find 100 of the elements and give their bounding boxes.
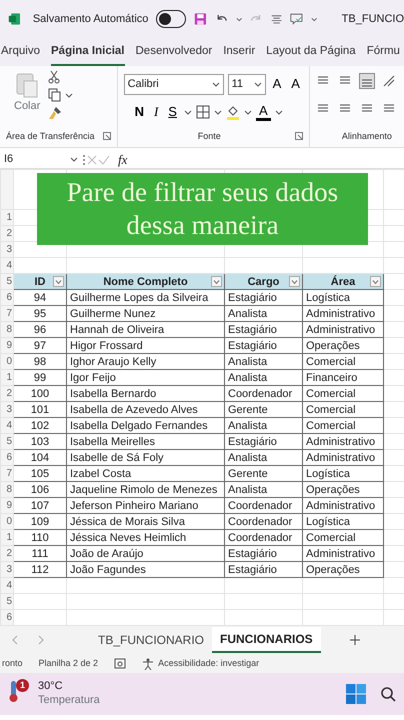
row-number[interactable]: 3 <box>0 402 14 418</box>
row-number[interactable]: 4 <box>0 258 14 274</box>
comment-icon[interactable] <box>290 11 304 27</box>
ribbon-tab[interactable]: Inserir <box>223 40 256 66</box>
table-cell: Isabella Meirelles <box>66 434 224 450</box>
add-sheet-icon[interactable] <box>348 634 361 646</box>
align-bottom-icon[interactable] <box>360 74 374 88</box>
row-number[interactable]: 0 <box>0 354 14 370</box>
row-number[interactable]: 3 <box>0 242 14 258</box>
table-cell: Coordenador <box>224 498 302 514</box>
table-cell: Comercial <box>302 402 384 418</box>
expand-icon[interactable] <box>294 132 303 140</box>
caret-icon[interactable] <box>274 108 283 116</box>
table-cell: Operações <box>302 562 384 578</box>
italic-button[interactable]: I <box>150 103 162 121</box>
row-number[interactable]: 9 <box>0 498 14 514</box>
paintbrush-icon[interactable] <box>48 106 62 120</box>
customize-caret-icon[interactable] <box>311 16 318 22</box>
paint-bucket-icon[interactable] <box>226 104 240 120</box>
table-cell: Financeiro <box>302 370 384 386</box>
underline-button[interactable]: S <box>165 103 180 121</box>
copy-icon[interactable] <box>48 88 62 102</box>
row-number[interactable]: 2 <box>0 226 14 242</box>
ribbon-tab[interactable]: Desenvolvedor <box>136 40 212 66</box>
camera-icon[interactable] <box>114 658 126 669</box>
caption-text: Pare de filtrar seus dados dessa maneira <box>37 173 368 245</box>
autosave-toggle[interactable] <box>156 10 186 28</box>
search-icon[interactable] <box>380 686 396 702</box>
table-cell: Estagiário <box>224 562 302 578</box>
weather-label[interactable]: Temperatura <box>38 694 100 708</box>
caret-icon <box>70 156 78 163</box>
table-cell: Logística <box>302 514 384 530</box>
bold-button[interactable]: N <box>132 103 147 121</box>
row-number[interactable]: 4 <box>0 578 14 594</box>
sheet-tab[interactable]: FUNCIONARIOS <box>212 627 321 653</box>
table-cell: Higor Frossard <box>66 338 224 354</box>
sheet-tab[interactable]: TB_FUNCIONARIO <box>90 628 212 652</box>
orientation-icon[interactable] <box>382 74 396 88</box>
save-icon[interactable] <box>194 11 208 27</box>
table-cell: João de Araújo <box>66 546 224 562</box>
row-number[interactable]: 6 <box>0 610 14 626</box>
caret-icon[interactable] <box>214 108 222 116</box>
temperature-text[interactable]: 30°C <box>38 680 100 694</box>
caret-icon <box>291 278 298 284</box>
font-size-select[interactable]: 11 <box>228 74 266 94</box>
table-cell: Coordenador <box>224 514 302 530</box>
table-cell: 99 <box>14 370 66 386</box>
row-number[interactable]: 7 <box>0 466 14 482</box>
row-number[interactable]: 1 <box>0 530 14 546</box>
table-cell: Comercial <box>302 418 384 434</box>
row-number[interactable]: 1 <box>0 210 14 226</box>
ribbon-tab[interactable]: Fórmu <box>366 40 400 66</box>
ribbon-tab[interactable]: Arquivo <box>1 40 40 66</box>
insert-function-button[interactable]: fx <box>118 150 128 170</box>
paste-button[interactable]: Colar <box>14 98 40 114</box>
row-number[interactable]: 5 <box>0 274 14 290</box>
font-color-button[interactable]: A <box>256 104 271 120</box>
row-number[interactable]: 8 <box>0 322 14 338</box>
row-number[interactable]: 7 <box>0 306 14 322</box>
row-number[interactable]: 6 <box>0 290 14 306</box>
table-cell: Analista <box>224 418 302 434</box>
name-box[interactable]: I6 <box>0 151 82 168</box>
row-number[interactable]: 8 <box>0 482 14 498</box>
grow-font-button[interactable]: A <box>270 75 284 94</box>
borders-icon[interactable] <box>196 105 210 119</box>
row-number[interactable]: 1 <box>0 370 14 386</box>
row-number[interactable]: 3 <box>0 562 14 578</box>
row-number[interactable]: 2 <box>0 546 14 562</box>
font-name-select[interactable]: Calibri <box>124 74 224 94</box>
filter-button[interactable] <box>370 276 381 287</box>
row-number[interactable]: 2 <box>0 386 14 402</box>
caret-icon[interactable] <box>236 16 242 22</box>
filter-button[interactable] <box>289 276 300 287</box>
ribbon-tab[interactable]: Layout da Página <box>266 40 356 66</box>
filter-button[interactable] <box>211 276 222 287</box>
caret-icon[interactable] <box>244 108 252 116</box>
filter-button[interactable] <box>53 276 64 287</box>
scissors-icon[interactable] <box>48 70 60 84</box>
caret-icon[interactable] <box>184 108 192 116</box>
table-cell: Guilherme Nunez <box>66 306 224 322</box>
caret-icon <box>213 278 220 284</box>
accessibility-status[interactable]: Acessibilidade: investigar <box>158 656 260 670</box>
caret-icon[interactable] <box>65 92 74 98</box>
table-cell: 102 <box>14 418 66 434</box>
table-cell: 111 <box>14 546 66 562</box>
shrink-font-button[interactable]: A <box>288 75 303 94</box>
expand-icon[interactable] <box>102 132 111 140</box>
table-cell: Estagiário <box>224 338 302 354</box>
table-cell: 104 <box>14 450 66 466</box>
row-number[interactable]: 0 <box>0 514 14 530</box>
row-number[interactable]: 5 <box>0 434 14 450</box>
table-cell: Comercial <box>302 530 384 546</box>
row-number[interactable]: 6 <box>0 450 14 466</box>
row-number[interactable]: 4 <box>0 418 14 434</box>
table-cell: Analista <box>224 306 302 322</box>
check-icon[interactable] <box>98 154 110 166</box>
windows-logo-icon[interactable] <box>346 684 366 704</box>
row-number[interactable]: 5 <box>0 594 14 610</box>
row-number[interactable]: 9 <box>0 338 14 354</box>
accessibility-icon[interactable] <box>142 658 154 670</box>
